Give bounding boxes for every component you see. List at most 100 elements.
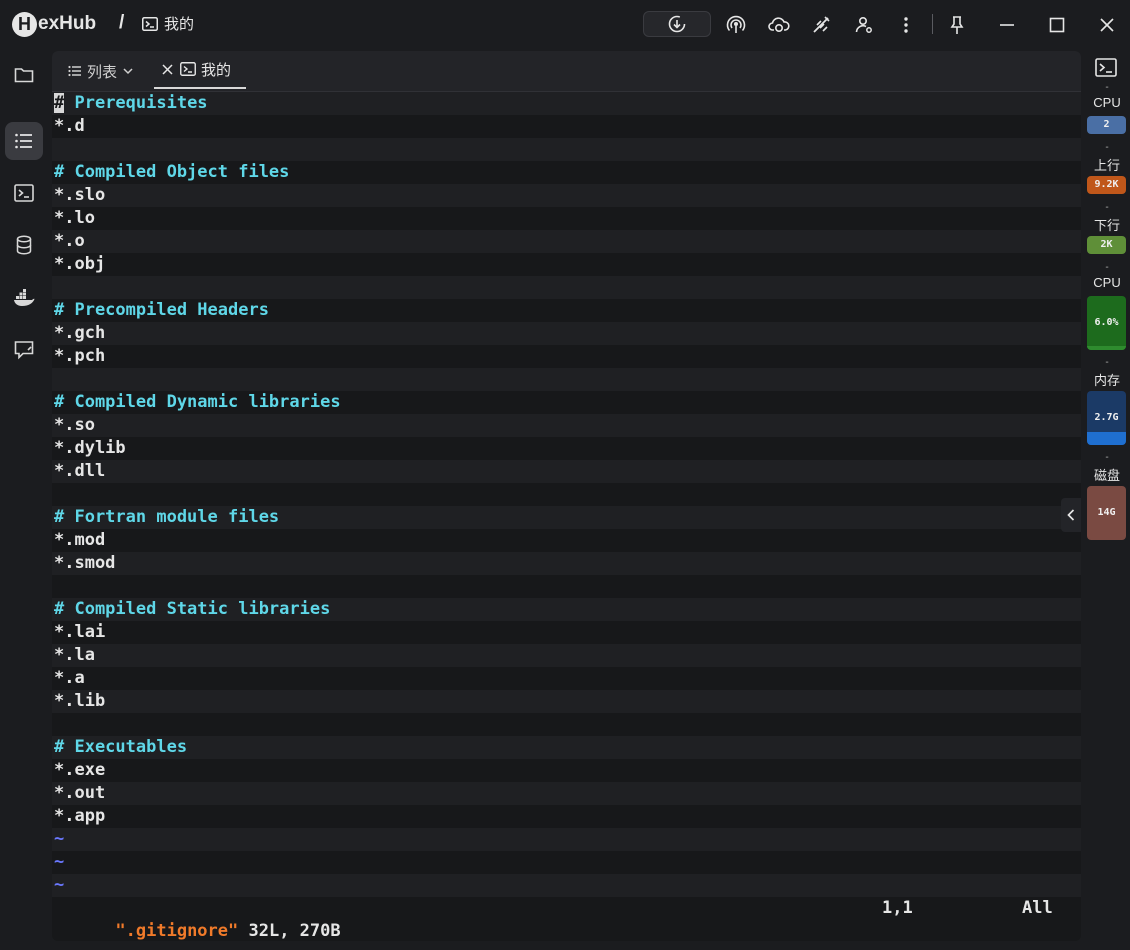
editor-line: *.obj <box>52 253 1081 276</box>
upload-value: 9.2K <box>1087 176 1126 194</box>
list-icon <box>68 65 81 77</box>
editor-line: *.slo <box>52 184 1081 207</box>
cpu-cores-value: 2 <box>1087 116 1126 134</box>
terminal-icon <box>180 62 196 76</box>
editor-line: *.lo <box>52 207 1081 230</box>
monitor-dash: - <box>1105 452 1109 463</box>
breadcrumb[interactable]: 我的 <box>142 13 194 34</box>
tab-list-dropdown[interactable]: 列表 <box>60 51 146 91</box>
feedback-icon <box>14 341 34 360</box>
editor-line <box>52 483 1081 506</box>
editor-line <box>52 276 1081 299</box>
close-tab-icon[interactable] <box>162 63 173 75</box>
terminal-icon <box>142 16 158 31</box>
system-monitor: - CPU 2 - 上行 9.2K - 下行 2K - CPU 6.0% - 内… <box>1084 50 1130 950</box>
editor-line: # Precompiled Headers <box>52 299 1081 322</box>
close-button[interactable] <box>1095 13 1119 37</box>
more-vertical-icon <box>904 17 908 33</box>
editor-line: *.so <box>52 414 1081 437</box>
minimize-icon <box>1000 24 1014 26</box>
editor-line: # Prerequisites <box>52 92 1081 115</box>
folder-icon <box>14 68 34 83</box>
editor-line <box>52 713 1081 736</box>
collapse-monitor-button[interactable] <box>1061 498 1081 532</box>
download-label: 下行 <box>1093 218 1120 233</box>
tab-list-label: 列表 <box>87 63 118 81</box>
app-logo: H exHub <box>12 11 96 37</box>
editor-line <box>52 575 1081 598</box>
sidebar-feedback[interactable] <box>5 331 43 369</box>
sidebar-database[interactable] <box>5 226 43 264</box>
editor-line: *.gch <box>52 322 1081 345</box>
text-cursor: # <box>54 93 65 113</box>
sidebar-docker[interactable] <box>5 279 43 317</box>
list-icon <box>15 133 32 149</box>
editor-line: # Compiled Static libraries <box>52 598 1081 621</box>
breadcrumb-separator: / <box>119 12 125 33</box>
cloud-sync-button[interactable] <box>767 13 791 37</box>
logo-text: exHub <box>38 13 97 34</box>
editor-line: # Compiled Object files <box>52 161 1081 184</box>
sidebar-files[interactable] <box>5 56 43 94</box>
terminal-icon[interactable] <box>1095 58 1117 77</box>
editor-line: # Compiled Dynamic libraries <box>52 391 1081 414</box>
disk-gauge: 14G <box>1087 486 1126 540</box>
breadcrumb-current: 我的 <box>164 16 195 33</box>
disk-value: 14G <box>1097 507 1116 518</box>
user-settings-icon <box>855 16 872 33</box>
user-settings-button[interactable] <box>852 13 876 37</box>
editor-lines: # Prerequisites *.d # Compiled Object file… <box>52 92 1081 897</box>
cpu-usage-fill <box>1087 345 1126 350</box>
main-panel: 列表 我的 # Prerequisites *.d # Compiled Objec… <box>52 51 1081 941</box>
maximize-button[interactable] <box>1045 13 1069 37</box>
download-button[interactable] <box>643 11 711 37</box>
memory-value: 2.7G <box>1094 412 1119 423</box>
editor-line <box>52 368 1081 391</box>
upload-label: 上行 <box>1093 158 1120 173</box>
logo-mark: H <box>12 11 37 37</box>
tools-button[interactable] <box>809 13 833 37</box>
memory-fill <box>1087 431 1126 445</box>
cpu-cores-label: CPU <box>1093 95 1121 110</box>
chevron-down-icon <box>123 67 133 74</box>
sidebar-list[interactable] <box>5 122 43 160</box>
editor-line: *.lib <box>52 690 1081 713</box>
editor-line: *.a <box>52 667 1081 690</box>
toolbar-divider <box>932 14 933 34</box>
minimize-button[interactable] <box>995 13 1019 37</box>
more-menu-button[interactable] <box>894 13 918 37</box>
tab-mine[interactable]: 我的 <box>154 51 246 89</box>
editor-line: # Fortran module files <box>52 506 1081 529</box>
maximize-icon <box>1049 17 1065 33</box>
terminal-icon <box>14 184 34 202</box>
monitor-dash: - <box>1105 142 1109 153</box>
memory-gauge: 2.7G <box>1087 391 1126 445</box>
download-icon <box>668 15 686 33</box>
disk-label: 磁盘 <box>1093 468 1120 483</box>
pin-icon <box>950 16 964 34</box>
status-filename: ".gitignore" <box>115 921 239 941</box>
monitor-dash: - <box>1105 357 1109 368</box>
cloud-sync-icon <box>768 17 790 33</box>
pin-button[interactable] <box>945 13 969 37</box>
editor-line: *.exe <box>52 759 1081 782</box>
sidebar-terminal[interactable] <box>5 174 43 212</box>
title-bar: H exHub / 我的 <box>0 0 1130 50</box>
status-file-info: 32L, 270B <box>238 921 341 941</box>
editor-line: *.out <box>52 782 1081 805</box>
broadcast-button[interactable] <box>724 13 748 37</box>
editor-line: *.o <box>52 230 1081 253</box>
monitor-dash: - <box>1105 202 1109 213</box>
editor-line: # Executables <box>52 736 1081 759</box>
left-sidebar <box>0 50 48 950</box>
monitor-dash: - <box>1105 262 1109 273</box>
cpu-usage-value: 6.0% <box>1094 317 1119 328</box>
cpu-usage-label: CPU <box>1093 275 1121 290</box>
empty-buffer-line: ~ <box>52 851 1081 874</box>
editor-line: *.dylib <box>52 437 1081 460</box>
editor-line: *.lai <box>52 621 1081 644</box>
terminal-editor[interactable]: # Prerequisites *.d # Compiled Object file… <box>52 92 1081 941</box>
empty-buffer-line: ~ <box>52 828 1081 851</box>
tab-label: 我的 <box>201 61 232 79</box>
cpu-usage-gauge: 6.0% <box>1087 296 1126 350</box>
